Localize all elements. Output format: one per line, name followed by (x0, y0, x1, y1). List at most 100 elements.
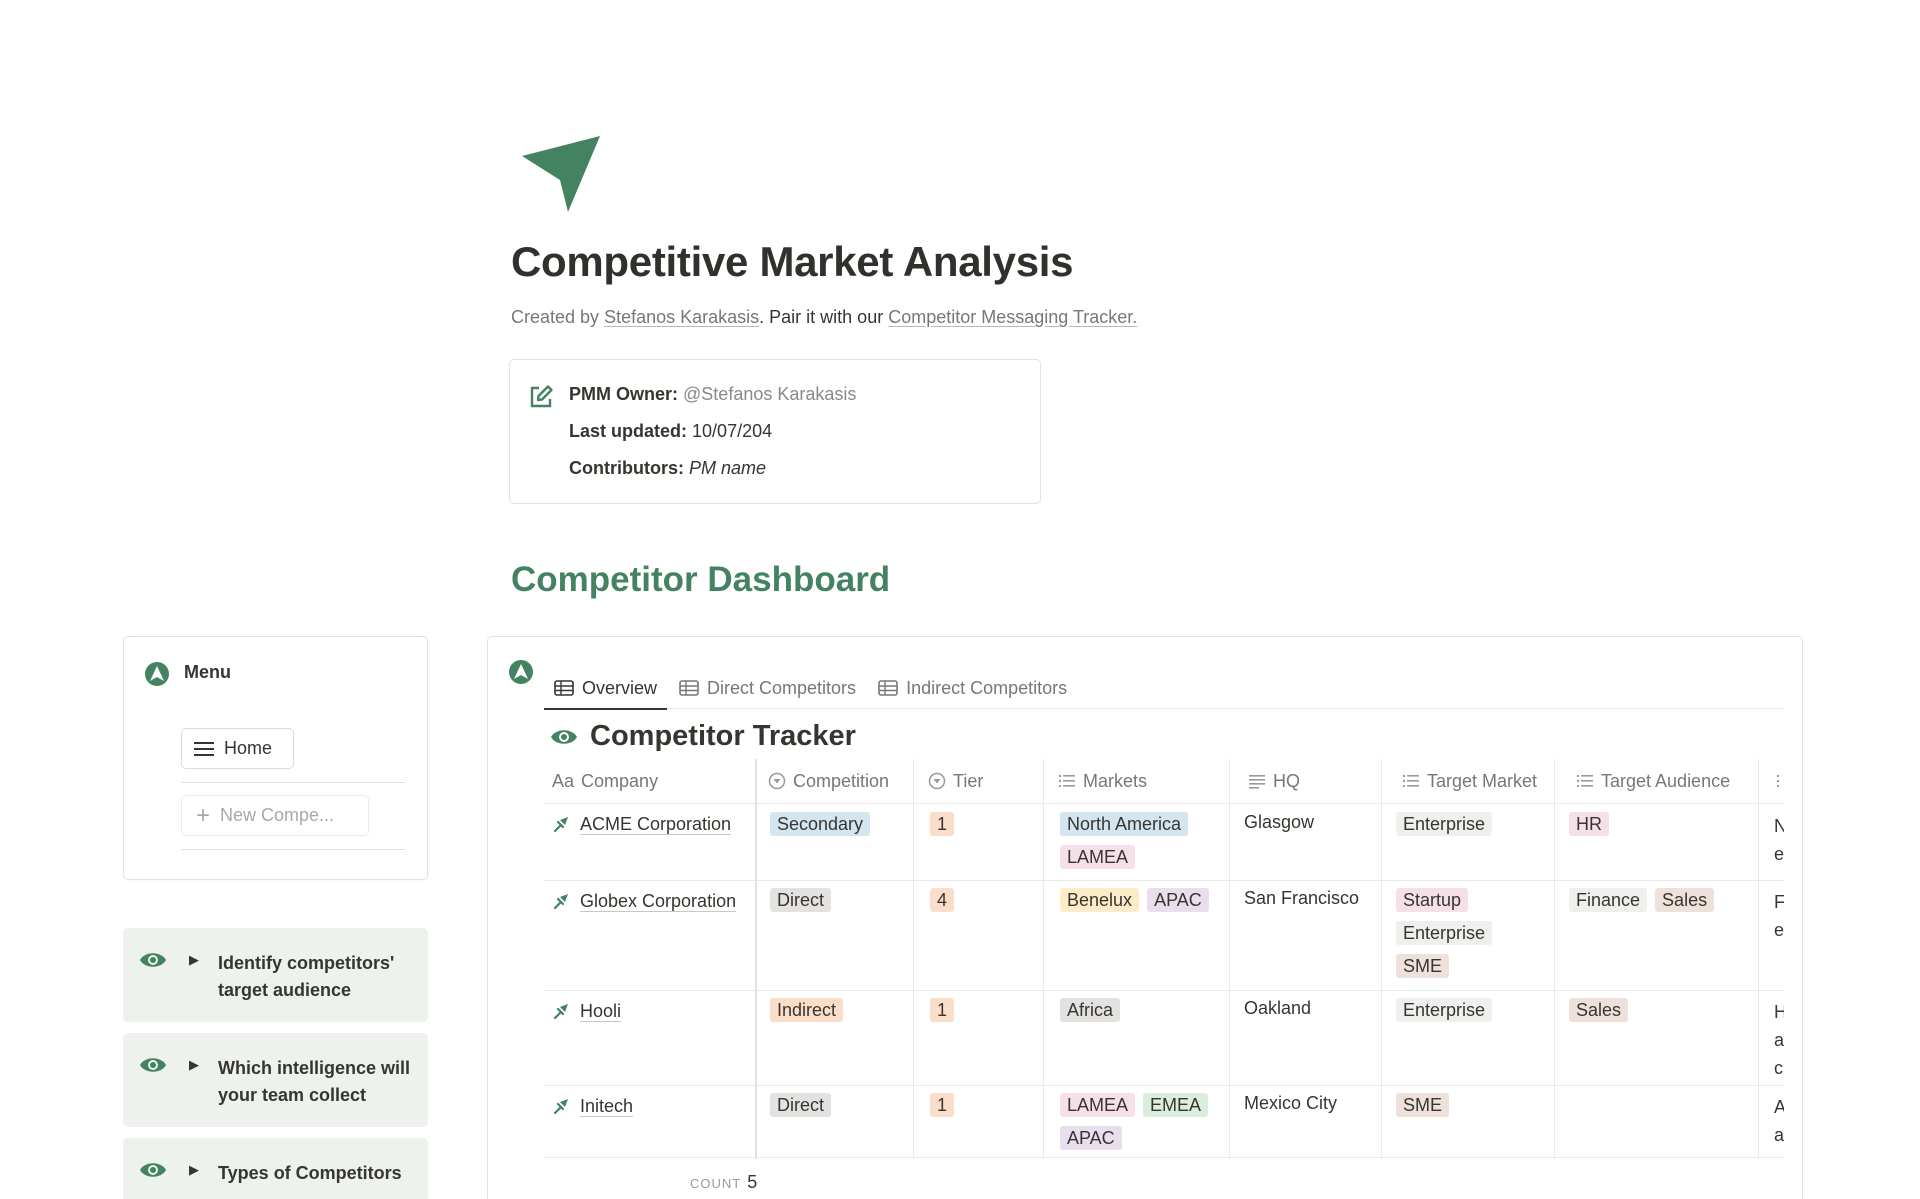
market-tag: EMEA (1143, 1093, 1209, 1117)
author-link[interactable]: Stefanos Karakasis (604, 307, 759, 327)
tab-indirect-competitors[interactable]: Indirect Competitors (868, 667, 1077, 709)
row-count: COUNT 5 (690, 1172, 757, 1193)
target-market-tag: Enterprise (1396, 921, 1493, 945)
eye-icon (140, 953, 166, 967)
markets-cell[interactable]: LAMEA EMEA APAC (1060, 1093, 1230, 1159)
target-audience-tag: HR (1569, 812, 1609, 836)
column-divider (1758, 759, 1759, 1159)
company-name[interactable]: Initech (580, 1096, 633, 1116)
table-row-company[interactable]: Hooli (552, 997, 752, 1025)
market-tag: Benelux (1060, 888, 1140, 912)
competition-cell[interactable]: Direct (770, 1093, 940, 1126)
eye-icon (140, 1058, 166, 1072)
competition-cell[interactable]: Direct (770, 888, 940, 921)
messaging-tracker-link[interactable]: Competitor Messaging Tracker. (888, 307, 1137, 327)
byline-middle: . Pair it with our (759, 307, 889, 327)
overflow-cell[interactable]: A a (1774, 1093, 1784, 1149)
column-header-target-audience[interactable]: Target Audience (1576, 759, 1730, 803)
company-name[interactable]: Globex Corporation (580, 891, 736, 911)
markets-cell[interactable]: Africa (1060, 998, 1230, 1031)
overflow-cell[interactable]: F e (1774, 888, 1784, 944)
toggle-identify-audience[interactable]: ▶ Identify competitors' target audience (123, 928, 428, 1022)
row-divider (544, 880, 1784, 881)
hq-cell[interactable]: Mexico City (1244, 1093, 1337, 1114)
toggle-triangle-icon[interactable]: ▶ (189, 952, 199, 968)
new-competitor-label: New Compe... (220, 805, 335, 825)
eye-icon (140, 1163, 166, 1177)
overflow-cell[interactable]: N e (1774, 812, 1784, 868)
column-header-label: Target Audience (1601, 770, 1731, 791)
markets-cell[interactable]: Benelux APAC (1060, 888, 1230, 921)
tab-direct-competitors[interactable]: Direct Competitors (669, 667, 866, 709)
toggle-triangle-icon[interactable]: ▶ (189, 1162, 199, 1178)
table-row-company[interactable]: Globex Corporation (552, 887, 752, 915)
column-header-overflow[interactable] (1776, 759, 1784, 803)
company-name[interactable]: Hooli (580, 1001, 621, 1021)
competition-tag: Direct (770, 888, 832, 912)
target-audience-cell[interactable]: Sales (1569, 998, 1739, 1031)
home-label: Home (224, 738, 273, 758)
column-header-label: HQ (1273, 770, 1300, 791)
menu-divider (181, 782, 405, 783)
column-header-label: Tier (953, 770, 984, 791)
overflow-cell[interactable]: H a c (1774, 998, 1784, 1082)
target-market-cell[interactable]: Enterprise (1396, 998, 1566, 1031)
overflow-text: e (1774, 920, 1784, 940)
column-header-tier[interactable]: Tier (928, 759, 983, 803)
markets-cell[interactable]: North America LAMEA (1060, 812, 1230, 878)
target-market-cell[interactable]: Enterprise (1396, 812, 1566, 845)
table-row-company[interactable]: ACME Corporation (552, 810, 752, 838)
column-divider (755, 759, 757, 1159)
toggle-text: Types of Competitors (218, 1163, 402, 1183)
competition-cell[interactable]: Secondary (770, 812, 940, 845)
overflow-text: N (1774, 816, 1784, 836)
target-market-cell[interactable]: Startup Enterprise SME (1396, 888, 1546, 987)
table-icon (554, 680, 574, 696)
company-name[interactable]: ACME Corporation (580, 814, 731, 834)
tab-label: Overview (582, 677, 658, 698)
tier-tag: 1 (930, 998, 955, 1022)
column-header-competition[interactable]: Competition (768, 759, 889, 803)
view-title-text: Competitor Tracker (590, 720, 856, 752)
table-row-company[interactable]: Initech (552, 1092, 752, 1120)
new-competitor-button[interactable]: + New Compe... (181, 795, 369, 836)
competitor-database: Overview Direct Competitors Indirect Com… (487, 636, 1803, 1199)
plus-icon: + (196, 801, 211, 829)
competitor-table: Aa Company Competition Tier Markets HQ T… (544, 759, 1784, 1159)
hq-cell[interactable]: Glasgow (1244, 812, 1314, 833)
toggle-types[interactable]: ▶ Types of Competitors (123, 1138, 428, 1199)
pin-icon (553, 1004, 568, 1020)
column-header-target-market[interactable]: Target Market (1402, 759, 1537, 803)
target-market-tag: SME (1396, 954, 1450, 978)
toggle-text: Identify competitors' target audience (218, 953, 395, 1000)
view-tabs: Overview Direct Competitors Indirect Com… (544, 667, 1784, 710)
tier-tag: 1 (930, 1093, 955, 1117)
column-header-hq[interactable]: HQ (1248, 759, 1300, 803)
competition-tag: Secondary (770, 812, 871, 836)
home-button[interactable]: Home (181, 728, 294, 769)
column-header-company[interactable]: Aa Company (552, 759, 658, 803)
competition-cell[interactable]: Indirect (770, 998, 940, 1031)
tab-overview[interactable]: Overview (544, 667, 668, 710)
text-property-icon: Aa (552, 770, 575, 791)
overflow-text: a (1774, 1030, 1784, 1050)
market-tag: APAC (1147, 888, 1209, 912)
contributors-value: PM name (689, 458, 767, 478)
owner-mention[interactable]: @Stefanos Karakasis (683, 384, 856, 404)
pin-icon (553, 894, 568, 910)
toggle-intelligence[interactable]: ▶ Which intelligence will your team coll… (123, 1033, 428, 1127)
list-property-icon (1577, 775, 1593, 787)
target-audience-cell[interactable]: Finance Sales (1569, 888, 1759, 921)
arrow-pointer-icon (522, 136, 600, 212)
column-header-markets[interactable]: Markets (1058, 759, 1147, 803)
hq-cell[interactable]: San Francisco (1244, 888, 1359, 909)
target-audience-cell[interactable]: HR (1569, 812, 1739, 845)
target-market-cell[interactable]: SME (1396, 1093, 1566, 1126)
tab-label: Indirect Competitors (906, 677, 1068, 698)
hq-cell[interactable]: Oakland (1244, 998, 1311, 1019)
toggle-triangle-icon[interactable]: ▶ (189, 1057, 199, 1073)
table-icon (878, 680, 898, 696)
column-header-label: Markets (1083, 770, 1148, 791)
target-market-tag: Enterprise (1396, 812, 1493, 836)
overflow-text: e (1774, 844, 1784, 864)
